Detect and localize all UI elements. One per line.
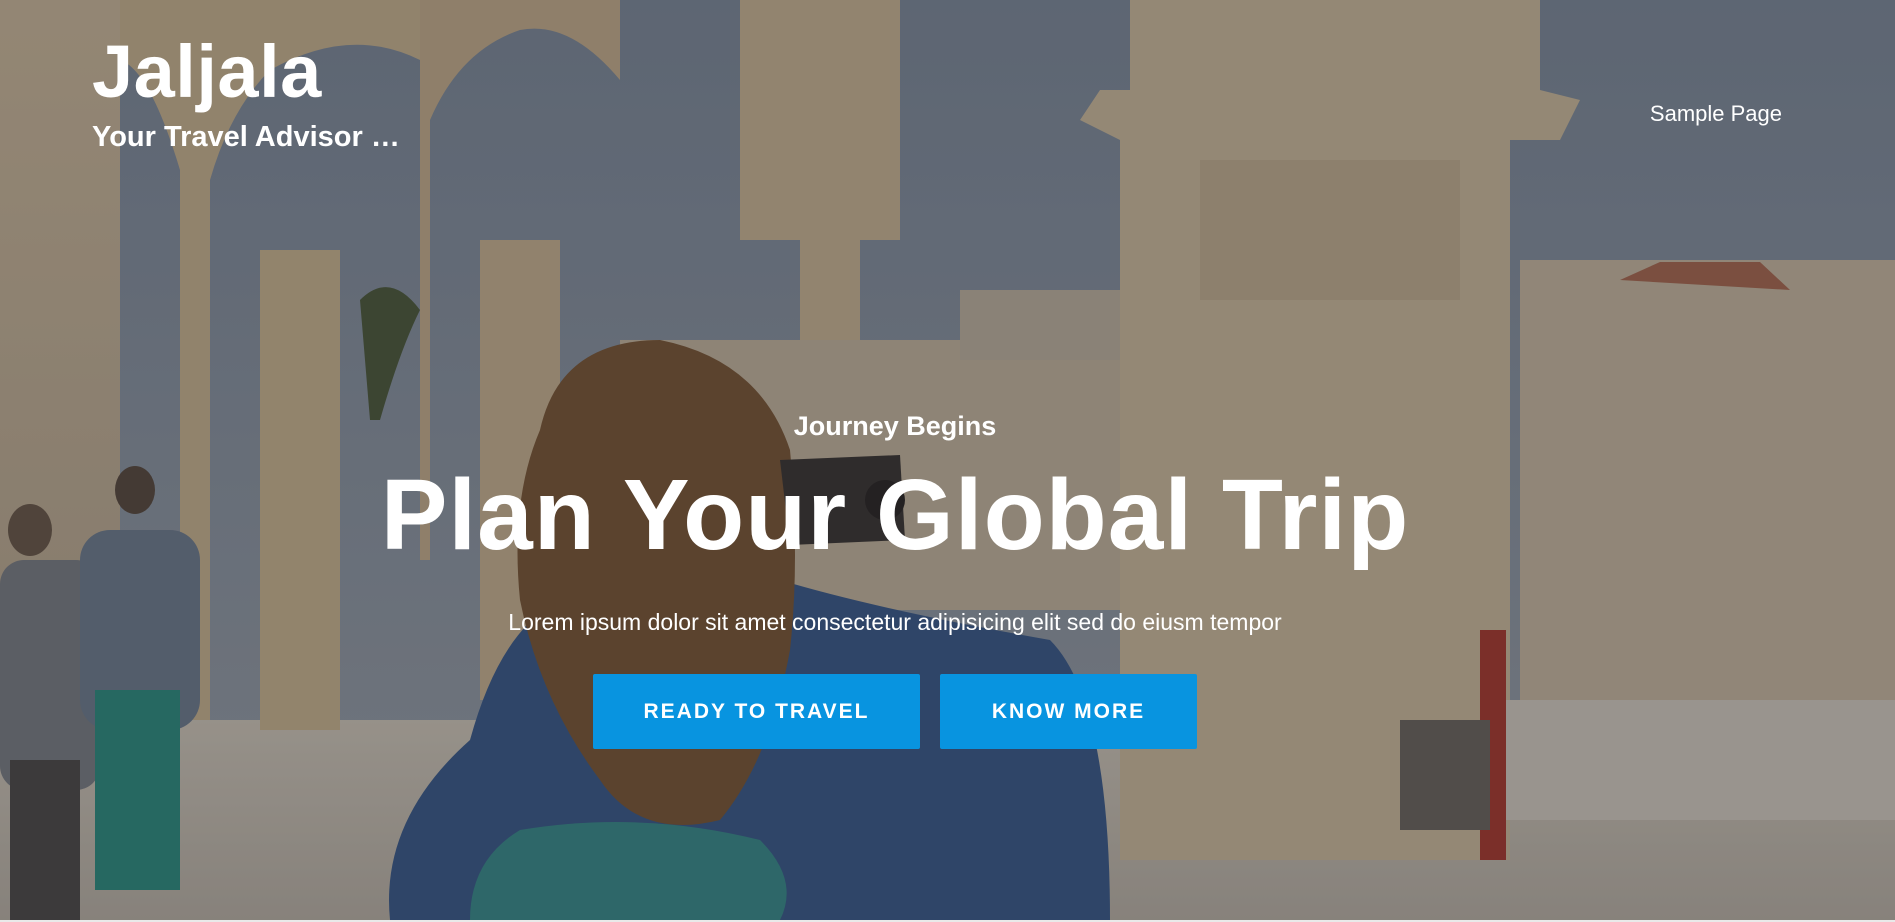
hero-lead-text: Lorem ipsum dolor sit amet consectetur a…	[508, 609, 1282, 635]
site-tagline: Your Travel Advisor …	[92, 121, 400, 153]
primary-navigation: Sample Page	[1650, 101, 1782, 127]
hero-headline: Plan Your Global Trip	[380, 459, 1410, 571]
site-branding: Jaljala Your Travel Advisor …	[92, 30, 400, 154]
hero-content: Journey Begins Plan Your Global Trip Lor…	[0, 410, 1790, 749]
hero-section: Jaljala Your Travel Advisor … Sample Pag…	[0, 0, 1895, 920]
hero-eyebrow: Journey Begins	[793, 411, 997, 441]
know-more-button[interactable]: KNOW MORE	[940, 674, 1197, 749]
nav-link-sample-page[interactable]: Sample Page	[1650, 101, 1782, 127]
ready-to-travel-button[interactable]: READY TO TRAVEL	[593, 674, 920, 749]
hero-actions: READY TO TRAVEL KNOW MORE	[0, 674, 1790, 749]
site-title[interactable]: Jaljala	[92, 30, 400, 114]
